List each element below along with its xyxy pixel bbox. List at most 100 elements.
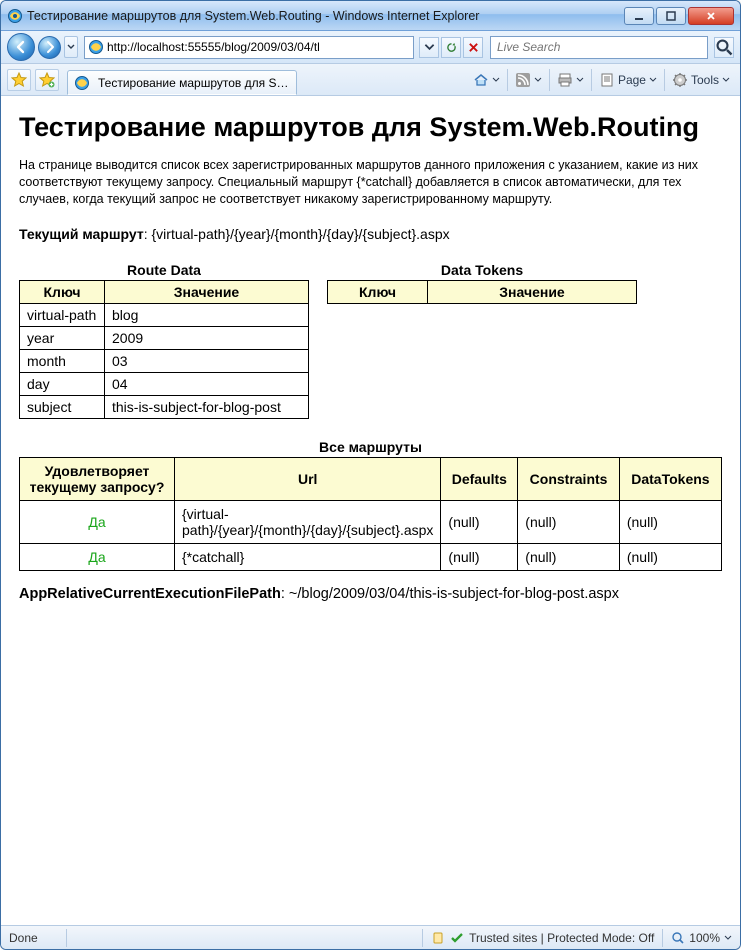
search-button[interactable] [714,37,734,58]
cell-value: 04 [105,372,309,395]
cell-url: {virtual-path}/{year}/{month}/{day}/{sub… [175,500,441,543]
route-data-title: Route Data [19,262,309,278]
feeds-button[interactable] [511,68,546,92]
table-row: virtual-pathblog [20,303,309,326]
page-icon [88,39,104,55]
table-row: month03 [20,349,309,372]
cell-url: {*catchall} [175,543,441,570]
table-row: Да{*catchall}(null)(null)(null) [20,543,722,570]
col-value: Значение [428,280,637,303]
browser-window: Тестирование маршрутов для System.Web.Ro… [0,0,741,950]
security-status-text: Trusted sites | Protected Mode: Off [469,931,654,945]
page-heading: Тестирование маршрутов для System.Web.Ro… [19,112,722,143]
table-row: Да{virtual-path}/{year}/{month}/{day}/{s… [20,500,722,543]
tab-ie-icon [74,75,90,91]
search-input[interactable] [495,39,703,55]
back-button[interactable] [7,33,35,61]
current-route-value: {virtual-path}/{year}/{month}/{day}/{sub… [152,226,450,242]
app-path: AppRelativeCurrentExecutionFilePath: ~/b… [19,585,722,604]
cell-key: month [20,349,105,372]
route-data-block: Route Data Ключ Значение virtual-pathblo… [19,262,309,419]
cell-defaults: (null) [441,543,518,570]
ie-icon [7,8,23,24]
search-bar [490,36,708,59]
data-tokens-table: Ключ Значение [327,280,637,304]
tools-menu-label: Tools [691,73,719,87]
page-menu[interactable]: Page [595,68,661,92]
checkmark-icon [450,931,464,945]
status-bar: Done Trusted sites | Protected Mode: Off… [1,925,740,949]
route-data-table: Ключ Значение virtual-pathblogyear2009mo… [19,280,309,419]
all-routes-title: Все маршруты [19,439,722,455]
toolbar-separator [664,69,665,91]
table-row: subjectthis-is-subject-for-blog-post [20,395,309,418]
tab-current[interactable]: Тестирование маршрутов для Syste... [67,70,297,95]
favorites-button[interactable] [7,69,31,91]
app-path-value: ~/blog/2009/03/04/this-is-subject-for-bl… [289,586,619,602]
print-button[interactable] [553,68,588,92]
status-separator [422,929,423,947]
toolbar-separator [549,69,550,91]
data-tokens-block: Data Tokens Ключ Значение [327,262,637,419]
minimize-button[interactable] [624,7,654,25]
tab-row: Тестирование маршрутов для Syste... Page [1,64,740,96]
security-status[interactable]: Trusted sites | Protected Mode: Off [431,931,654,945]
cell-constraints: (null) [518,543,620,570]
cell-constraints: (null) [518,500,620,543]
col-defaults: Defaults [441,457,518,500]
add-favorites-button[interactable] [35,69,59,91]
cell-value: 03 [105,349,309,372]
current-route: Текущий маршрут: {virtual-path}/{year}/{… [19,226,722,242]
close-button[interactable] [688,7,734,25]
cell-key: subject [20,395,105,418]
window-title: Тестирование маршрутов для System.Web.Ro… [27,9,624,23]
nav-history-dropdown[interactable] [64,36,78,58]
shield-icon [431,931,445,945]
zoom-icon [671,931,685,945]
address-bar [84,36,414,59]
col-url: Url [175,457,441,500]
col-key: Ключ [328,280,428,303]
cell-defaults: (null) [441,500,518,543]
nav-row [1,31,740,64]
status-separator [662,929,663,947]
maximize-button[interactable] [656,7,686,25]
col-datatokens: DataTokens [619,457,721,500]
zoom-dropdown[interactable] [724,931,732,945]
refresh-button[interactable] [441,37,461,58]
col-key: Ключ [20,280,105,303]
cell-value: 2009 [105,326,309,349]
stop-button[interactable] [463,37,483,58]
tools-menu[interactable]: Tools [668,68,734,92]
page-menu-label: Page [618,73,646,87]
col-match: Удовлетворяет текущему запросу? [20,457,175,500]
cell-match: Да [20,500,175,543]
zoom-value: 100% [689,931,720,945]
app-path-label: AppRelativeCurrentExecutionFilePath [19,586,281,602]
table-row: day04 [20,372,309,395]
cell-value: this-is-subject-for-blog-post [105,395,309,418]
col-value: Значение [105,280,309,303]
table-row: year2009 [20,326,309,349]
forward-button[interactable] [38,36,61,59]
cell-key: year [20,326,105,349]
cell-datatokens: (null) [619,500,721,543]
address-input[interactable] [107,38,411,57]
cell-value: blog [105,303,309,326]
col-constraints: Constraints [518,457,620,500]
page-content: Тестирование маршрутов для System.Web.Ro… [1,96,740,925]
data-tokens-title: Data Tokens [327,262,637,278]
status-separator [66,929,67,947]
cell-match: Да [20,543,175,570]
home-button[interactable] [469,68,504,92]
current-route-label: Текущий маршрут [19,226,144,242]
address-dropdown[interactable] [419,37,439,58]
all-routes-table: Удовлетворяет текущему запросу? Url Defa… [19,457,722,571]
cell-key: virtual-path [20,303,105,326]
zoom-control[interactable]: 100% [671,931,732,945]
cell-key: day [20,372,105,395]
status-done: Done [9,931,58,945]
tab-label: Тестирование маршрутов для Syste... [98,76,290,90]
cell-datatokens: (null) [619,543,721,570]
titlebar: Тестирование маршрутов для System.Web.Ro… [1,1,740,31]
